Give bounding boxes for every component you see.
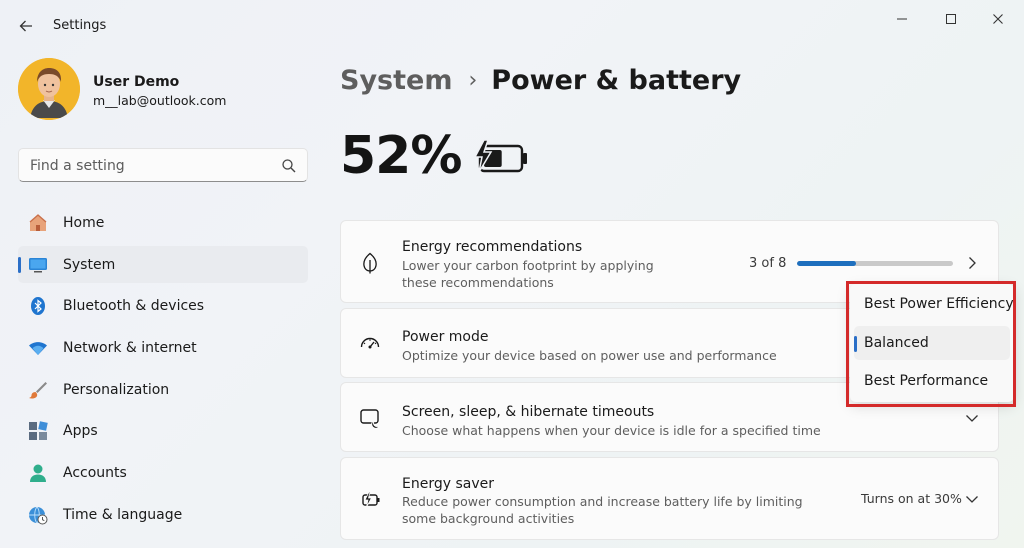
bluetooth-icon <box>28 296 48 316</box>
user-name: User Demo <box>93 74 180 90</box>
energy-saver-battery-icon <box>359 489 381 511</box>
home-icon <box>28 213 48 233</box>
maximize-icon <box>946 14 956 24</box>
user-avatar-icon <box>18 58 80 120</box>
settings-window: Settings User Demo m__lab@outlook.com Fi… <box>0 0 1024 548</box>
user-profile[interactable]: User Demo m__lab@outlook.com <box>18 58 308 124</box>
close-button[interactable] <box>978 6 1018 32</box>
wifi-icon <box>28 338 48 358</box>
sidebar-item-system[interactable]: System <box>18 245 308 283</box>
page-title: Power & battery <box>491 64 742 96</box>
system-display-icon <box>28 255 48 275</box>
leaf-icon <box>359 252 381 274</box>
power-mode-option-best-performance[interactable]: Best Performance <box>854 364 1010 398</box>
back-arrow-icon <box>19 20 32 32</box>
selection-indicator <box>854 336 857 352</box>
sidebar-item-network[interactable]: Network & internet <box>18 329 308 366</box>
power-mode-gauge-icon <box>359 332 381 354</box>
breadcrumb: System › Power & battery <box>340 62 741 98</box>
card-title: Energy recommendations <box>402 239 583 255</box>
card-title: Power mode <box>402 329 489 345</box>
sidebar-nav: Home System Bluetooth & devices Network … <box>18 204 308 538</box>
battery-percentage: 52% <box>340 126 462 186</box>
apps-icon <box>28 421 48 441</box>
search-icon <box>282 159 296 173</box>
title-bar: Settings <box>0 0 1024 48</box>
back-button[interactable] <box>14 14 38 38</box>
user-email: m__lab@outlook.com <box>93 93 227 108</box>
app-title: Settings <box>53 18 107 33</box>
card-title: Energy saver <box>402 476 494 492</box>
accounts-icon <box>28 463 48 483</box>
sidebar-item-bluetooth[interactable]: Bluetooth & devices <box>18 287 308 324</box>
maximize-button[interactable] <box>931 6 971 32</box>
card-description: Choose what happens when your device is … <box>402 423 821 438</box>
recommendations-progress-text: 3 of 8 <box>749 256 787 271</box>
brush-icon <box>28 380 48 400</box>
minimize-button[interactable] <box>882 6 922 32</box>
globe-clock-icon <box>28 505 48 525</box>
chevron-right-icon <box>969 257 976 269</box>
card-description: Reduce power consumption and increase ba… <box>402 494 803 526</box>
card-description: Lower your carbon footprint by applying … <box>402 258 654 290</box>
selection-indicator <box>18 256 21 273</box>
power-mode-option-balanced[interactable]: Balanced <box>854 326 1010 360</box>
chevron-down-icon <box>966 496 978 503</box>
breadcrumb-parent[interactable]: System <box>340 65 452 96</box>
progress-fill <box>797 261 856 266</box>
battery-charging-icon <box>473 139 527 173</box>
screen-sleep-icon <box>359 407 381 429</box>
card-title: Screen, sleep, & hibernate timeouts <box>402 404 655 420</box>
sidebar-item-personalization[interactable]: Personalization <box>18 371 308 408</box>
sidebar-item-apps[interactable]: Apps <box>18 412 308 449</box>
energy-saver-threshold: Turns on at 30% <box>861 491 962 506</box>
minimize-icon <box>897 18 907 20</box>
avatar <box>18 58 80 120</box>
power-mode-option-best-power-efficiency[interactable]: Best Power Efficiency <box>854 287 1014 321</box>
power-mode-dropdown: Best Power Efficiency Balanced Best Perf… <box>850 284 1014 402</box>
card-description: Optimize your device based on power use … <box>402 348 777 363</box>
close-icon <box>993 14 1003 24</box>
chevron-down-icon <box>966 415 978 422</box>
search-box[interactable]: Find a setting <box>18 148 308 182</box>
sidebar-item-accounts[interactable]: Accounts <box>18 454 308 491</box>
breadcrumb-separator: › <box>468 67 478 93</box>
search-input[interactable]: Find a setting <box>30 158 125 174</box>
energy-saver-card[interactable]: Energy saver Reduce power consumption an… <box>340 457 999 540</box>
recommendations-progress-bar <box>797 261 953 266</box>
sidebar-item-home[interactable]: Home <box>18 204 308 241</box>
sidebar-item-time-language[interactable]: Time & language <box>18 496 308 533</box>
